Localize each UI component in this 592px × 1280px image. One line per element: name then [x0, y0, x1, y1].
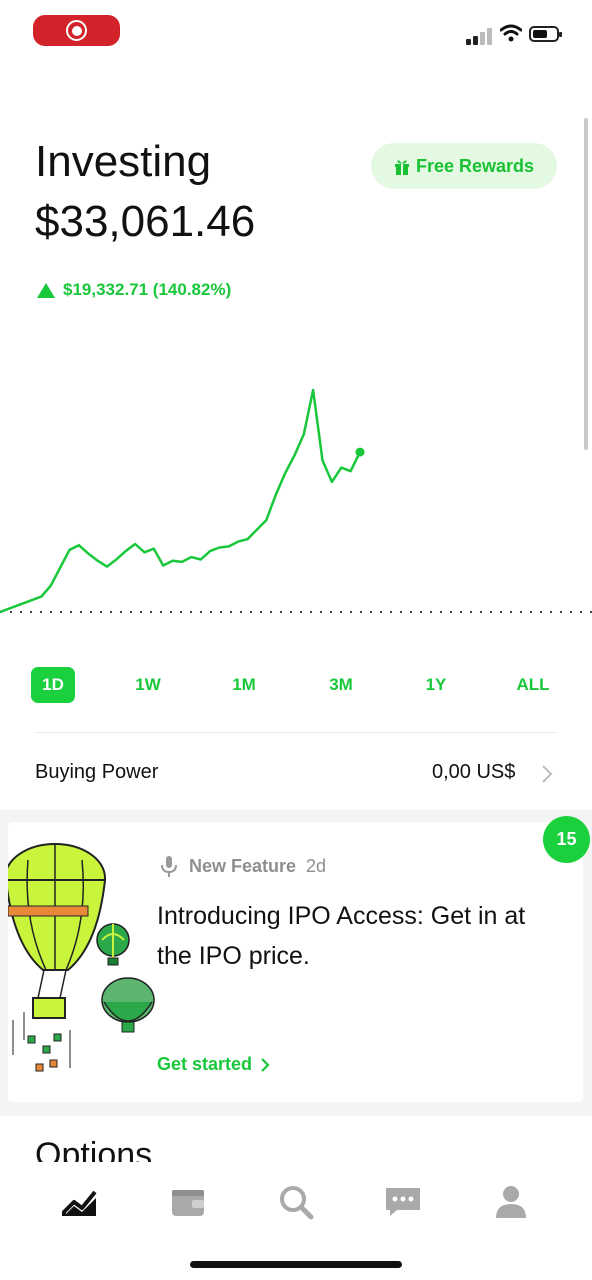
status-bar	[0, 0, 592, 64]
person-icon[interactable]	[491, 1182, 531, 1222]
chat-icon[interactable]	[383, 1182, 423, 1222]
get-started-link[interactable]: Get started	[157, 1054, 270, 1075]
card-tag: New Feature	[189, 856, 297, 876]
home-indicator	[190, 1261, 402, 1268]
gain-indicator: $19,332.71 (140.82%)	[37, 280, 231, 300]
range-all[interactable]: ALL	[508, 667, 558, 703]
gift-icon	[394, 159, 409, 175]
card-timestamp: 2d	[306, 856, 327, 876]
range-3m[interactable]: 3M	[319, 667, 363, 703]
get-started-label: Get started	[157, 1054, 253, 1074]
chart-series-line	[0, 388, 362, 614]
chart-current-point	[355, 447, 365, 457]
gain-value: $19,332.71 (140.82%)	[63, 280, 232, 299]
card-title: Introducing IPO Access: Get in at the IP…	[157, 902, 526, 970]
buying-power-value: 0,00 US$	[432, 761, 516, 783]
time-range-selector: 1D 1W 1M 3M 1Y ALL	[0, 667, 592, 705]
range-1y[interactable]: 1Y	[414, 667, 458, 703]
chevron-right-icon	[542, 765, 553, 783]
hot-air-balloons-illustration	[8, 843, 155, 1072]
cellular-signal-icon	[466, 27, 496, 45]
free-rewards-button[interactable]: Free Rewards	[371, 143, 557, 189]
chevron-right-icon	[261, 1057, 270, 1072]
portfolio-balance: $33,061.46	[35, 197, 256, 246]
range-1w[interactable]: 1W	[126, 667, 170, 703]
divider	[35, 732, 557, 733]
buying-power-label: Buying Power	[35, 761, 159, 783]
options-section-title: Options	[35, 1136, 153, 1162]
search-icon[interactable]	[276, 1182, 316, 1222]
portfolio-chart[interactable]	[0, 370, 592, 640]
wallet-icon[interactable]	[168, 1182, 208, 1222]
microphone-icon	[161, 856, 177, 877]
wifi-icon	[500, 24, 522, 42]
free-rewards-label: Free Rewards	[415, 155, 535, 176]
range-1d[interactable]: 1D	[31, 667, 75, 703]
battery-icon	[529, 26, 562, 42]
range-1m[interactable]: 1M	[222, 667, 266, 703]
triangle-up-icon	[37, 282, 55, 298]
page-title: Investing	[35, 137, 212, 186]
chart-icon[interactable]	[60, 1182, 100, 1222]
notification-count-badge: 15	[543, 816, 590, 863]
record-icon[interactable]	[33, 15, 120, 46]
